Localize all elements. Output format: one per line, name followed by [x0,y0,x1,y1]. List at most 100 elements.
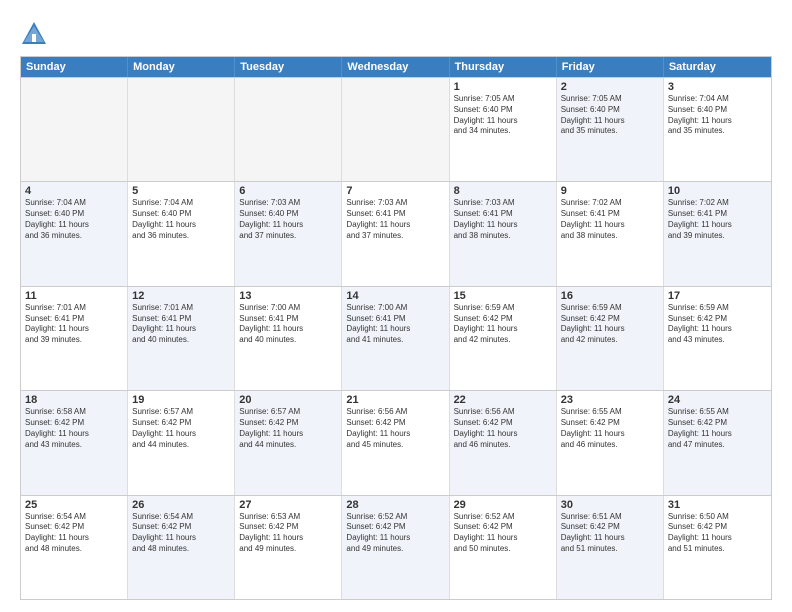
day-number: 7 [346,185,444,197]
calendar-cell: 9Sunrise: 7:02 AM Sunset: 6:41 PM Daylig… [557,182,664,285]
day-number: 8 [454,185,552,197]
calendar-cell: 10Sunrise: 7:02 AM Sunset: 6:41 PM Dayli… [664,182,771,285]
day-number: 9 [561,185,659,197]
day-number: 5 [132,185,230,197]
day-number: 13 [239,290,337,302]
cell-info: Sunrise: 7:05 AM Sunset: 6:40 PM Dayligh… [454,94,552,137]
cell-info: Sunrise: 6:55 AM Sunset: 6:42 PM Dayligh… [561,407,659,450]
calendar-week: 4Sunrise: 7:04 AM Sunset: 6:40 PM Daylig… [21,181,771,285]
cell-info: Sunrise: 6:54 AM Sunset: 6:42 PM Dayligh… [25,512,123,555]
day-number: 3 [668,81,767,93]
calendar-day-header: Sunday [21,57,128,77]
cell-info: Sunrise: 6:54 AM Sunset: 6:42 PM Dayligh… [132,512,230,555]
calendar-cell: 27Sunrise: 6:53 AM Sunset: 6:42 PM Dayli… [235,496,342,599]
calendar-day-header: Tuesday [235,57,342,77]
cell-info: Sunrise: 7:01 AM Sunset: 6:41 PM Dayligh… [132,303,230,346]
cell-info: Sunrise: 7:02 AM Sunset: 6:41 PM Dayligh… [561,198,659,241]
day-number: 12 [132,290,230,302]
day-number: 28 [346,499,444,511]
day-number: 17 [668,290,767,302]
day-number: 11 [25,290,123,302]
calendar-week: 18Sunrise: 6:58 AM Sunset: 6:42 PM Dayli… [21,390,771,494]
cell-info: Sunrise: 7:03 AM Sunset: 6:41 PM Dayligh… [454,198,552,241]
calendar-day-header: Monday [128,57,235,77]
calendar-cell: 8Sunrise: 7:03 AM Sunset: 6:41 PM Daylig… [450,182,557,285]
calendar-cell: 31Sunrise: 6:50 AM Sunset: 6:42 PM Dayli… [664,496,771,599]
day-number: 27 [239,499,337,511]
calendar-cell: 26Sunrise: 6:54 AM Sunset: 6:42 PM Dayli… [128,496,235,599]
cell-info: Sunrise: 6:55 AM Sunset: 6:42 PM Dayligh… [668,407,767,450]
day-number: 10 [668,185,767,197]
calendar-cell: 22Sunrise: 6:56 AM Sunset: 6:42 PM Dayli… [450,391,557,494]
day-number: 25 [25,499,123,511]
calendar-cell: 28Sunrise: 6:52 AM Sunset: 6:42 PM Dayli… [342,496,449,599]
calendar-cell: 23Sunrise: 6:55 AM Sunset: 6:42 PM Dayli… [557,391,664,494]
logo-icon [20,20,48,48]
calendar-cell [21,78,128,181]
calendar-day-header: Friday [557,57,664,77]
calendar-day-header: Wednesday [342,57,449,77]
day-number: 20 [239,394,337,406]
calendar-cell: 2Sunrise: 7:05 AM Sunset: 6:40 PM Daylig… [557,78,664,181]
calendar-week: 11Sunrise: 7:01 AM Sunset: 6:41 PM Dayli… [21,286,771,390]
calendar-day-header: Saturday [664,57,771,77]
calendar-cell: 25Sunrise: 6:54 AM Sunset: 6:42 PM Dayli… [21,496,128,599]
day-number: 23 [561,394,659,406]
calendar-cell: 3Sunrise: 7:04 AM Sunset: 6:40 PM Daylig… [664,78,771,181]
calendar-cell: 16Sunrise: 6:59 AM Sunset: 6:42 PM Dayli… [557,287,664,390]
day-number: 18 [25,394,123,406]
day-number: 21 [346,394,444,406]
day-number: 29 [454,499,552,511]
day-number: 1 [454,81,552,93]
cell-info: Sunrise: 6:59 AM Sunset: 6:42 PM Dayligh… [668,303,767,346]
cell-info: Sunrise: 7:04 AM Sunset: 6:40 PM Dayligh… [668,94,767,137]
calendar-week: 25Sunrise: 6:54 AM Sunset: 6:42 PM Dayli… [21,495,771,599]
calendar-cell: 13Sunrise: 7:00 AM Sunset: 6:41 PM Dayli… [235,287,342,390]
calendar-cell: 17Sunrise: 6:59 AM Sunset: 6:42 PM Dayli… [664,287,771,390]
cell-info: Sunrise: 7:04 AM Sunset: 6:40 PM Dayligh… [132,198,230,241]
calendar-cell: 29Sunrise: 6:52 AM Sunset: 6:42 PM Dayli… [450,496,557,599]
calendar-cell: 30Sunrise: 6:51 AM Sunset: 6:42 PM Dayli… [557,496,664,599]
day-number: 16 [561,290,659,302]
day-number: 6 [239,185,337,197]
calendar-cell: 7Sunrise: 7:03 AM Sunset: 6:41 PM Daylig… [342,182,449,285]
cell-info: Sunrise: 6:59 AM Sunset: 6:42 PM Dayligh… [454,303,552,346]
cell-info: Sunrise: 7:03 AM Sunset: 6:41 PM Dayligh… [346,198,444,241]
cell-info: Sunrise: 6:50 AM Sunset: 6:42 PM Dayligh… [668,512,767,555]
calendar-cell: 21Sunrise: 6:56 AM Sunset: 6:42 PM Dayli… [342,391,449,494]
calendar-cell: 20Sunrise: 6:57 AM Sunset: 6:42 PM Dayli… [235,391,342,494]
cell-info: Sunrise: 6:52 AM Sunset: 6:42 PM Dayligh… [454,512,552,555]
cell-info: Sunrise: 6:53 AM Sunset: 6:42 PM Dayligh… [239,512,337,555]
calendar-cell: 18Sunrise: 6:58 AM Sunset: 6:42 PM Dayli… [21,391,128,494]
cell-info: Sunrise: 6:59 AM Sunset: 6:42 PM Dayligh… [561,303,659,346]
cell-info: Sunrise: 7:01 AM Sunset: 6:41 PM Dayligh… [25,303,123,346]
calendar-cell [235,78,342,181]
calendar-cell [128,78,235,181]
cell-info: Sunrise: 6:56 AM Sunset: 6:42 PM Dayligh… [346,407,444,450]
calendar-cell: 15Sunrise: 6:59 AM Sunset: 6:42 PM Dayli… [450,287,557,390]
calendar-cell: 14Sunrise: 7:00 AM Sunset: 6:41 PM Dayli… [342,287,449,390]
cell-info: Sunrise: 6:52 AM Sunset: 6:42 PM Dayligh… [346,512,444,555]
calendar-cell: 12Sunrise: 7:01 AM Sunset: 6:41 PM Dayli… [128,287,235,390]
day-number: 31 [668,499,767,511]
cell-info: Sunrise: 7:03 AM Sunset: 6:40 PM Dayligh… [239,198,337,241]
calendar-day-header: Thursday [450,57,557,77]
calendar-cell [342,78,449,181]
cell-info: Sunrise: 7:02 AM Sunset: 6:41 PM Dayligh… [668,198,767,241]
calendar-cell: 11Sunrise: 7:01 AM Sunset: 6:41 PM Dayli… [21,287,128,390]
calendar-cell: 5Sunrise: 7:04 AM Sunset: 6:40 PM Daylig… [128,182,235,285]
cell-info: Sunrise: 6:57 AM Sunset: 6:42 PM Dayligh… [239,407,337,450]
day-number: 22 [454,394,552,406]
day-number: 2 [561,81,659,93]
calendar-cell: 24Sunrise: 6:55 AM Sunset: 6:42 PM Dayli… [664,391,771,494]
calendar-header: SundayMondayTuesdayWednesdayThursdayFrid… [21,57,771,77]
cell-info: Sunrise: 6:58 AM Sunset: 6:42 PM Dayligh… [25,407,123,450]
calendar: SundayMondayTuesdayWednesdayThursdayFrid… [20,56,772,600]
day-number: 14 [346,290,444,302]
day-number: 26 [132,499,230,511]
cell-info: Sunrise: 7:00 AM Sunset: 6:41 PM Dayligh… [346,303,444,346]
day-number: 15 [454,290,552,302]
header [20,16,772,48]
calendar-cell: 6Sunrise: 7:03 AM Sunset: 6:40 PM Daylig… [235,182,342,285]
calendar-cell: 19Sunrise: 6:57 AM Sunset: 6:42 PM Dayli… [128,391,235,494]
